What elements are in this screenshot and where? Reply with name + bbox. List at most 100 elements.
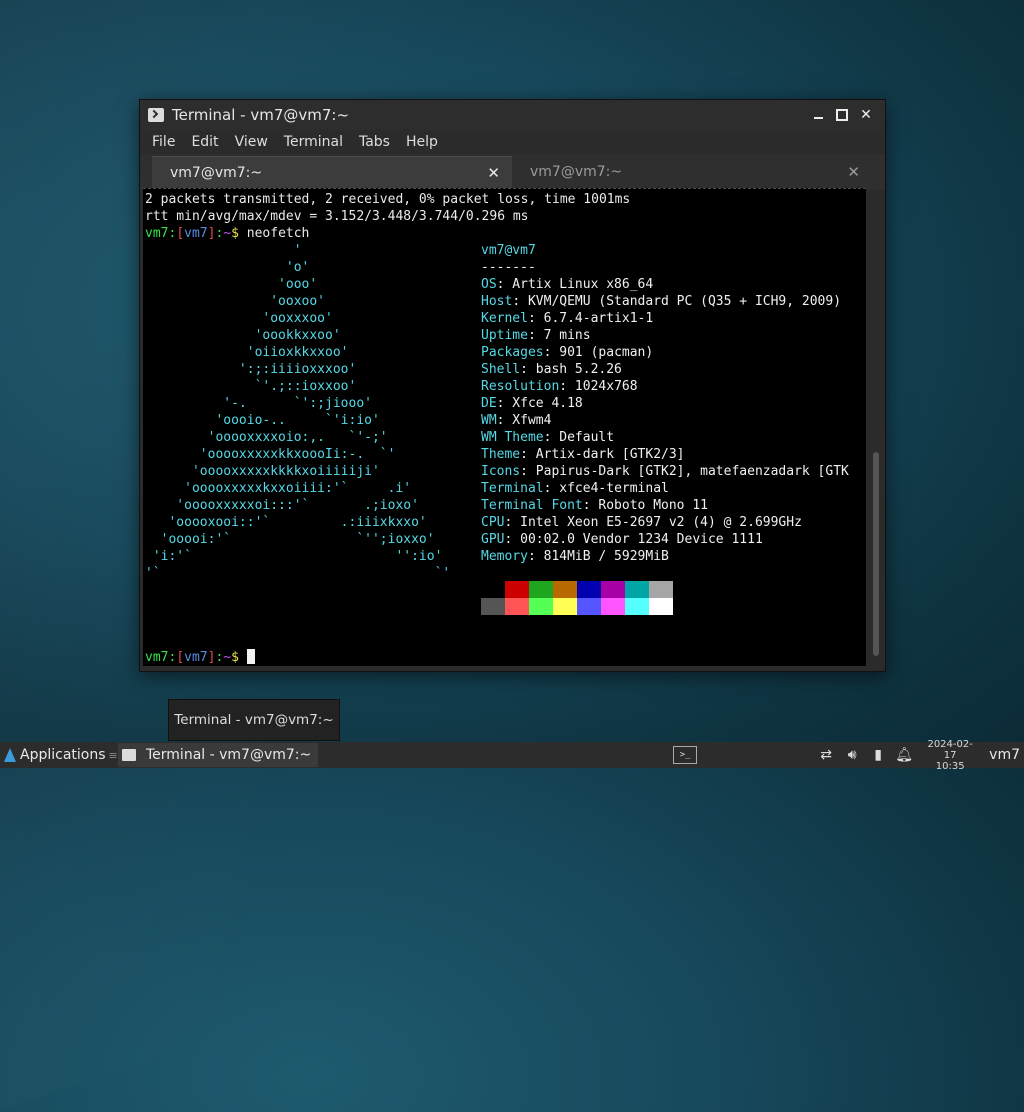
tab-close-icon[interactable]: ✕ bbox=[487, 164, 500, 182]
logo-line: 'ooooxxxxxkkkkxoiiiiiji' bbox=[145, 464, 380, 479]
prompt-host: vm7 bbox=[184, 226, 208, 241]
taskbar: Applications ≡ Terminal - vm7@vm7:~ >_ ⇄… bbox=[0, 739, 1024, 772]
prompt-line: vm7:[vm7]:~$ neofetch bbox=[145, 226, 310, 241]
terminal-window[interactable]: Terminal - vm7@vm7:~ ✕ File Edit View Te… bbox=[139, 99, 886, 672]
logo-line: '-. `':;jiooo' bbox=[145, 396, 372, 411]
tab-2[interactable]: vm7@vm7:~ ✕ bbox=[512, 156, 872, 188]
menu-tabs[interactable]: Tabs bbox=[351, 134, 398, 150]
logo-line: '` `' bbox=[145, 566, 451, 581]
color-swatch bbox=[553, 581, 577, 598]
menu-terminal[interactable]: Terminal bbox=[276, 134, 351, 150]
info-key: OS bbox=[481, 277, 497, 292]
info-value: : 6.7.4-artix1-1 bbox=[527, 311, 654, 326]
minimize-button[interactable] bbox=[807, 104, 829, 126]
info-key: Resolution bbox=[481, 379, 560, 394]
applications-label: Applications bbox=[20, 747, 106, 763]
clock[interactable]: 2024-02-17 10:35 bbox=[923, 739, 977, 772]
info-row: Resolution: 1024x768 bbox=[481, 378, 849, 395]
info-value: : Papirus-Dark [GTK2], matefaenzadark [G… bbox=[520, 464, 849, 479]
battery-icon[interactable]: ▮ bbox=[865, 743, 891, 767]
close-button[interactable]: ✕ bbox=[855, 104, 877, 126]
info-value: : Xfce 4.18 bbox=[496, 396, 583, 411]
tab-label: vm7@vm7:~ bbox=[530, 164, 623, 180]
info-row: Packages: 901 (pacman) bbox=[481, 344, 849, 361]
maximize-button[interactable] bbox=[831, 104, 853, 126]
tab-label: vm7@vm7:~ bbox=[170, 164, 263, 181]
menu-edit[interactable]: Edit bbox=[183, 134, 226, 150]
color-swatch bbox=[601, 598, 625, 615]
menu-view[interactable]: View bbox=[227, 134, 276, 150]
task-label: Terminal - vm7@vm7:~ bbox=[146, 747, 312, 763]
color-swatch bbox=[529, 598, 553, 615]
logo-line: 'oiioxkkxxoo' bbox=[145, 345, 349, 360]
info-value: : 7 mins bbox=[527, 328, 591, 343]
clock-time: 10:35 bbox=[935, 760, 965, 772]
logo-line: `'.;::ioxxoo' bbox=[145, 379, 357, 394]
clock-date: 2024-02-17 bbox=[927, 738, 973, 761]
info-value: : Artix Linux x86_64 bbox=[496, 277, 654, 292]
info-value: : Xfwm4 bbox=[496, 413, 552, 428]
info-row: Memory: 814MiB / 5929MiB bbox=[481, 548, 849, 565]
color-swatch bbox=[481, 598, 505, 615]
info-key: Packages bbox=[481, 345, 544, 360]
info-header: vm7@vm7 bbox=[481, 243, 536, 258]
command-text: neofetch bbox=[246, 226, 310, 241]
color-swatch bbox=[553, 598, 577, 615]
info-key: WM bbox=[481, 413, 497, 428]
window-title: Terminal - vm7@vm7:~ bbox=[172, 106, 350, 124]
info-key: Shell bbox=[481, 362, 521, 377]
info-row: GPU: 00:02.0 Vendor 1234 Device 1111 bbox=[481, 531, 849, 548]
info-value: : 901 (pacman) bbox=[543, 345, 654, 360]
logo-line: 'ooooxxxxxkkxoooIi:-. `' bbox=[145, 447, 396, 462]
network-icon[interactable]: ⇄ bbox=[813, 743, 839, 767]
taskbar-task-terminal[interactable]: Terminal - vm7@vm7:~ bbox=[118, 743, 318, 767]
applications-menu-button[interactable]: Applications ≡ bbox=[0, 747, 118, 763]
output-line: 2 packets transmitted, 2 received, 0% pa… bbox=[145, 192, 631, 207]
logo-line: 'o' bbox=[145, 260, 310, 275]
color-swatch bbox=[505, 581, 529, 598]
info-value: : Roboto Mono 11 bbox=[582, 498, 708, 513]
logo-line: ':;:iiiioxxxoo' bbox=[145, 362, 357, 377]
info-value: : xfce4-terminal bbox=[543, 481, 669, 496]
notification-bell-icon[interactable]: 🔔︎ bbox=[891, 743, 917, 767]
info-row: Terminal: xfce4-terminal bbox=[481, 480, 849, 497]
info-key: Theme bbox=[481, 447, 521, 462]
scrollbar[interactable] bbox=[873, 194, 879, 664]
color-palette bbox=[481, 581, 673, 615]
minimize-icon bbox=[813, 117, 823, 119]
logo-line: 'ooooxooi::'` .:iiixkxxo' bbox=[145, 515, 427, 530]
logo-line: 'oooio-.. `'i:io' bbox=[145, 413, 380, 428]
info-row: Uptime: 7 mins bbox=[481, 327, 849, 344]
info-row: WM Theme: Default bbox=[481, 429, 849, 446]
user-menu[interactable]: vm7 bbox=[989, 747, 1020, 763]
logo-line: 'ooooxxxxxoi:::'` .;ioxo' bbox=[145, 498, 419, 513]
scrollbar-thumb[interactable] bbox=[873, 452, 879, 656]
color-swatch bbox=[649, 581, 673, 598]
menu-file[interactable]: File bbox=[144, 134, 183, 150]
info-value: : 1024x768 bbox=[559, 379, 638, 394]
window-titlebar[interactable]: Terminal - vm7@vm7:~ ✕ bbox=[140, 100, 885, 130]
logo-line: 'ooxxxoo' bbox=[145, 311, 333, 326]
menu-help[interactable]: Help bbox=[398, 134, 446, 150]
info-row: WM: Xfwm4 bbox=[481, 412, 849, 429]
info-value: : Intel Xeon E5-2697 v2 (4) @ 2.699GHz bbox=[504, 515, 802, 530]
color-swatch bbox=[625, 598, 649, 615]
logo-line: 'ooxoo' bbox=[145, 294, 326, 309]
terminal-launcher-icon[interactable]: >_ bbox=[673, 746, 698, 764]
prompt-line: vm7:[vm7]:~$ bbox=[145, 649, 255, 666]
info-row: Host: KVM/QEMU (Standard PC (Q35 + ICH9,… bbox=[481, 293, 849, 310]
tab-1[interactable]: vm7@vm7:~ ✕ bbox=[152, 156, 512, 188]
info-row: DE: Xfce 4.18 bbox=[481, 395, 849, 412]
info-value: : Artix-dark [GTK2/3] bbox=[520, 447, 685, 462]
tab-close-icon[interactable]: ✕ bbox=[847, 163, 860, 181]
info-row: Theme: Artix-dark [GTK2/3] bbox=[481, 446, 849, 463]
info-key: Host bbox=[481, 294, 513, 309]
text-cursor bbox=[246, 649, 255, 664]
logo-line: 'i:'` '':io' bbox=[145, 549, 443, 564]
color-swatch bbox=[505, 598, 529, 615]
prompt-path: ~ bbox=[223, 226, 232, 241]
info-row: CPU: Intel Xeon E5-2697 v2 (4) @ 2.699GH… bbox=[481, 514, 849, 531]
volume-icon[interactable]: 🔊︎ bbox=[839, 743, 865, 767]
terminal-output[interactable]: 2 packets transmitted, 2 received, 0% pa… bbox=[143, 188, 866, 666]
info-row: Icons: Papirus-Dark [GTK2], matefaenzada… bbox=[481, 463, 849, 480]
